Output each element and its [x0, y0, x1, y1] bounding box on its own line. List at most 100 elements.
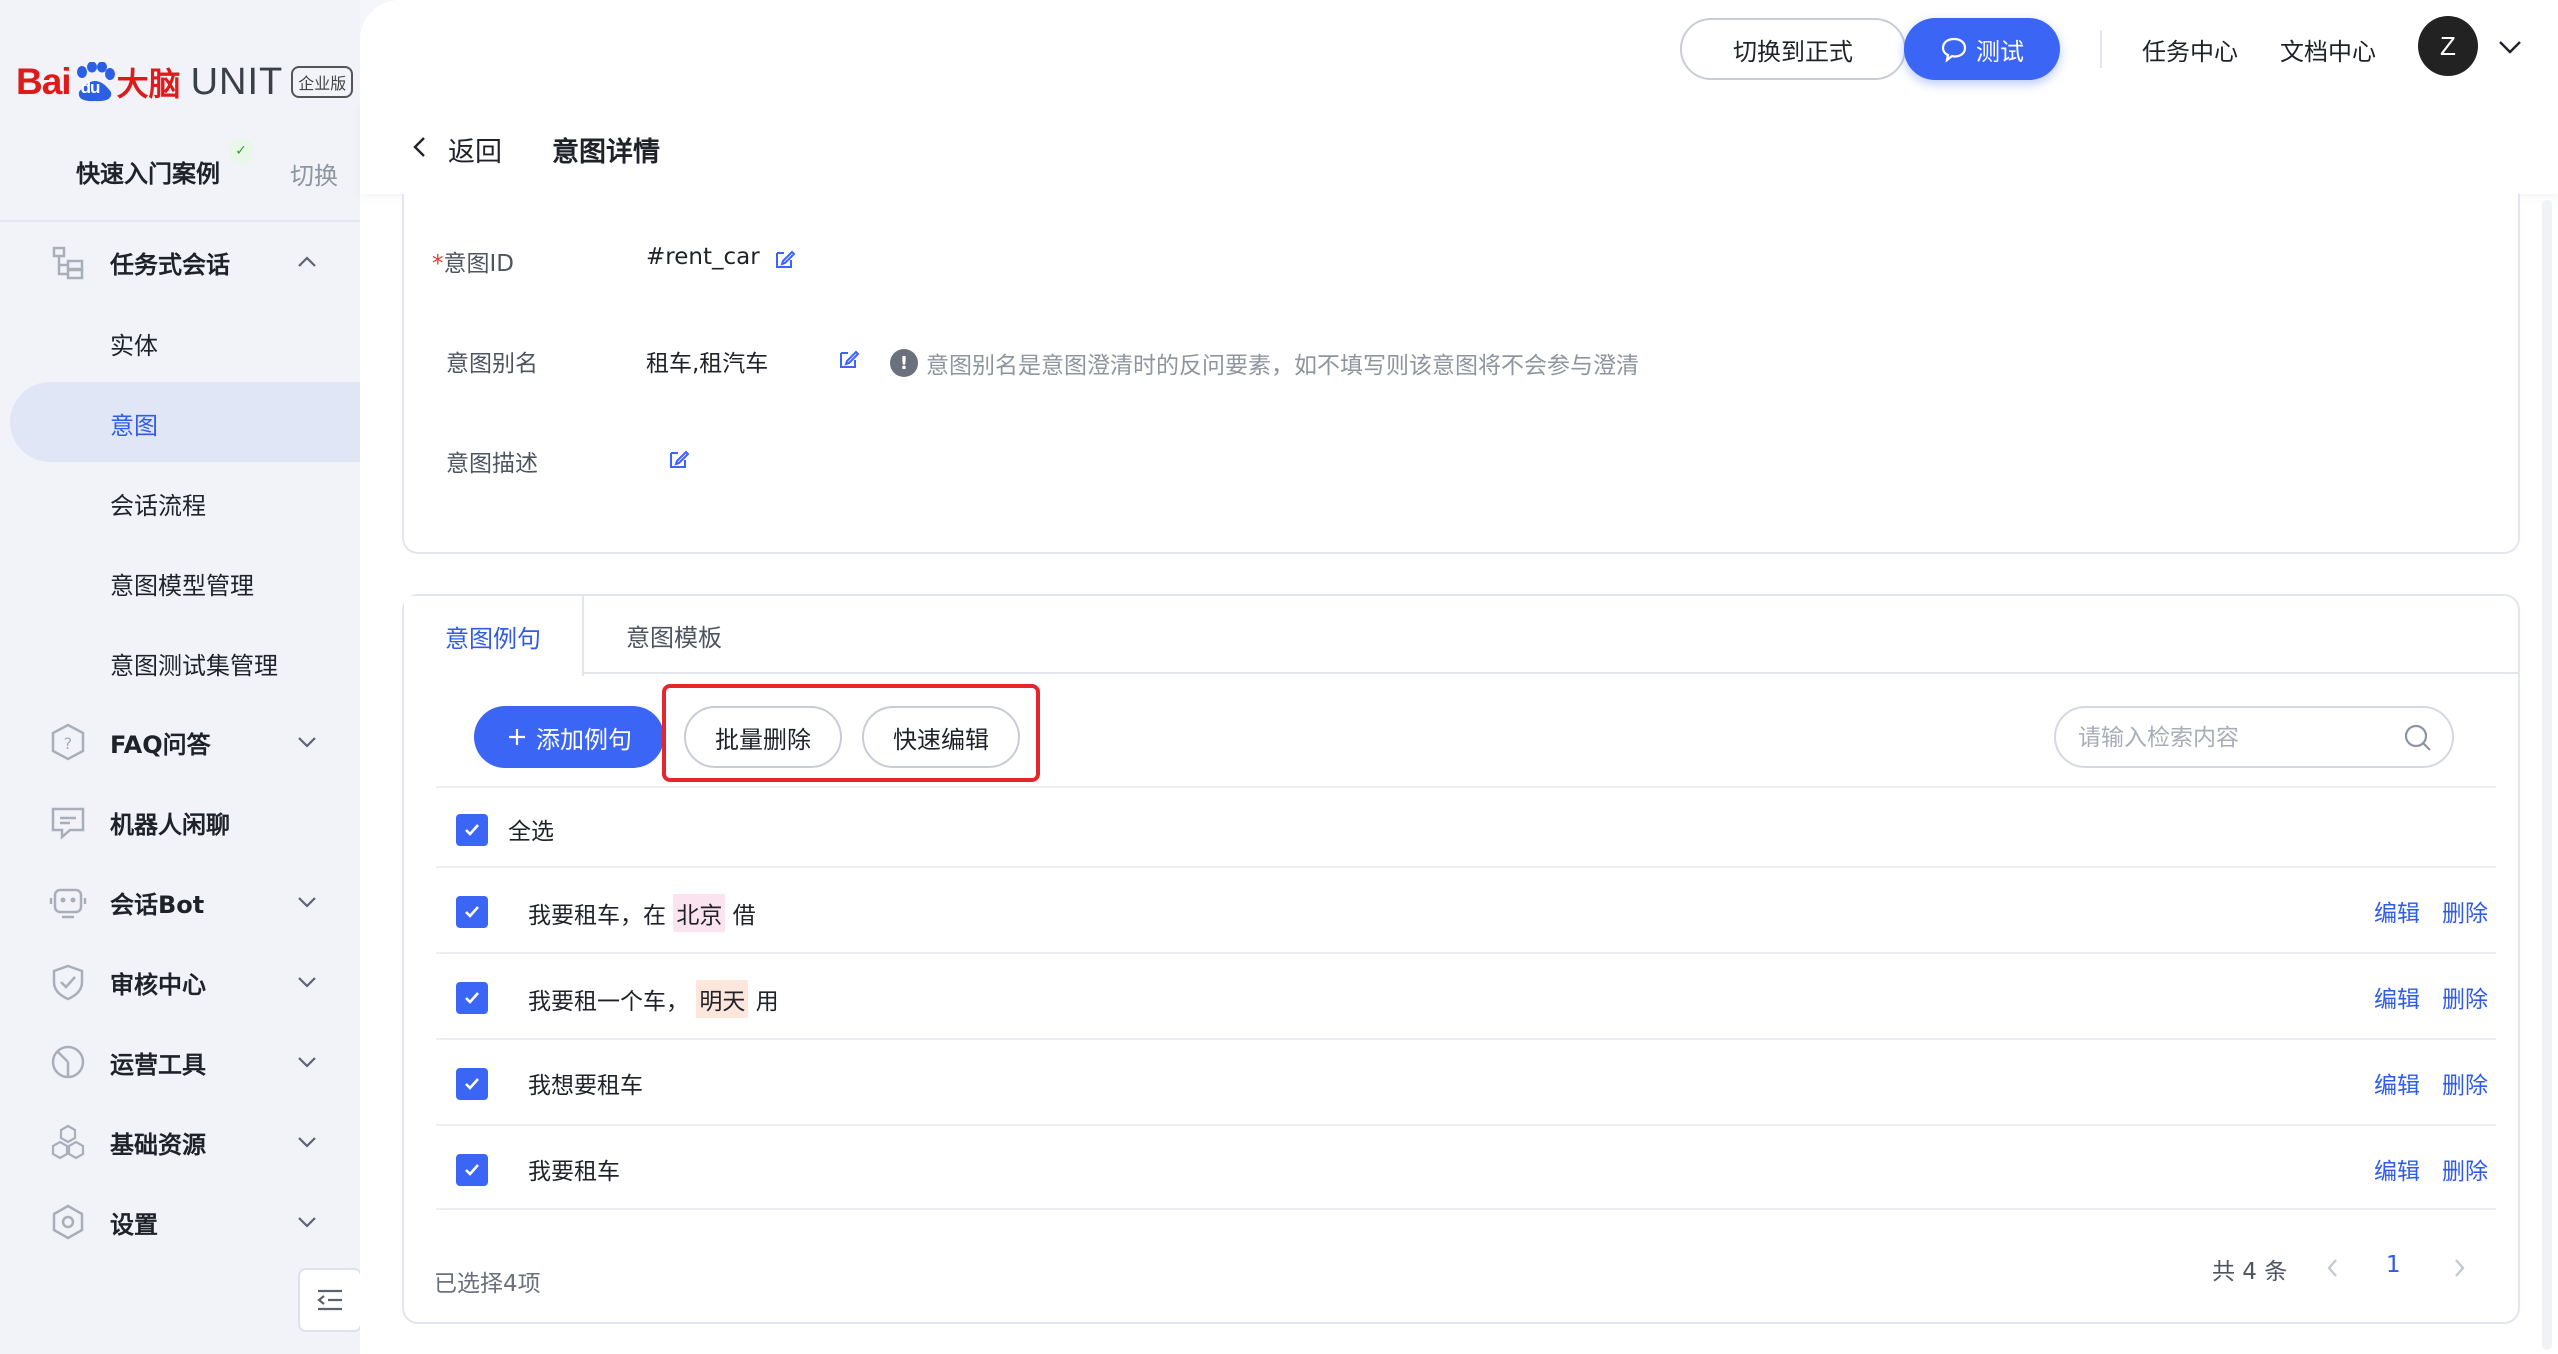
chat-icon: [51, 807, 85, 840]
table-row: 我想要租车 编辑 删除: [436, 1038, 2496, 1124]
main-area: 切换到正式 测试 任务中心 文档中心 Z 返回 意图详情 *意图ID #rent…: [360, 0, 2558, 1354]
intent-alias-value: 租车,租汽车: [646, 351, 769, 377]
row-checkbox[interactable]: [456, 982, 488, 1014]
example-text: 我要租一个车， 明天 用: [528, 980, 779, 1018]
check-icon: [465, 1164, 479, 1176]
intent-desc-label: 意图描述: [446, 451, 538, 477]
logo-bai-text: Bai: [16, 61, 72, 102]
chevron-left-icon[interactable]: [2324, 1256, 2342, 1280]
sidebar-item-bot[interactable]: 会话Bot: [0, 862, 360, 942]
chevron-down-icon: [298, 1217, 316, 1228]
sidebar-item-chitchat[interactable]: 机器人闲聊: [0, 782, 360, 862]
chevron-up-icon: [298, 256, 316, 267]
search-input[interactable]: [2078, 720, 2378, 756]
tab-templates[interactable]: 意图模板: [584, 596, 764, 674]
sidebar-item-settings[interactable]: 设置: [0, 1182, 360, 1262]
sidebar-subitem-intent-model[interactable]: 意图模型管理: [0, 542, 360, 622]
brand-logo[interactable]: Bai du 大脑 UNIT 企业版: [16, 52, 354, 112]
select-all-checkbox[interactable]: [456, 814, 488, 846]
edition-badge: 企业版: [291, 66, 354, 98]
edit-icon[interactable]: [774, 248, 796, 270]
chevron-right-icon[interactable]: [2450, 1256, 2468, 1280]
topbar-separator: [2100, 30, 2102, 68]
edit-button[interactable]: 编辑: [2374, 1066, 2420, 1100]
chevron-down-icon: [298, 1137, 316, 1148]
doc-center-link[interactable]: 文档中心: [2280, 32, 2376, 67]
row-checkbox[interactable]: [456, 1154, 488, 1186]
edit-icon[interactable]: [668, 448, 690, 470]
example-text-part: 我要租一个车，: [528, 989, 697, 1015]
chevron-down-icon: [298, 1057, 316, 1068]
logo-du-text: du: [80, 78, 101, 97]
back-button[interactable]: 返回: [448, 130, 502, 169]
tab-bar: 意图例句 意图模板: [404, 596, 2518, 676]
sidebar-item-label: 审核中心: [110, 970, 206, 999]
sidebar-subitem-label: 意图测试集管理: [110, 652, 278, 680]
batch-delete-button[interactable]: 批量删除: [684, 706, 842, 768]
edit-icon[interactable]: [838, 348, 860, 370]
logo-unit: UNIT: [190, 60, 284, 103]
add-example-button[interactable]: 添加例句: [474, 706, 664, 768]
sidebar-subitem-intent[interactable]: 意图: [10, 382, 360, 462]
select-all-row: 全选: [436, 786, 2496, 866]
sidebar-item-task-dialog[interactable]: 任务式会话: [0, 222, 360, 302]
example-text: 我想要租车: [528, 1073, 643, 1099]
ops-icon: [51, 1045, 85, 1079]
test-button[interactable]: 测试: [1904, 18, 2060, 80]
edit-button[interactable]: 编辑: [2374, 894, 2420, 928]
plus-icon: [509, 729, 525, 745]
delete-button[interactable]: 删除: [2442, 894, 2488, 928]
intent-examples-card: 意图例句 意图模板 添加例句 批量删除 快速编辑 全选: [402, 594, 2520, 1324]
info-icon: !: [890, 349, 918, 377]
add-example-label: 添加例句: [536, 725, 632, 754]
table-row: 我要租车 编辑 删除: [436, 1124, 2496, 1210]
sidebar-subitem-entity[interactable]: 实体: [0, 302, 360, 382]
slot-tag-time[interactable]: 明天: [696, 980, 749, 1018]
sidebar-item-ops[interactable]: 运营工具: [0, 1022, 360, 1102]
row-checkbox[interactable]: [456, 896, 488, 928]
sidebar-item-faq[interactable]: ? FAQ问答: [0, 702, 360, 782]
page-title: 意图详情: [552, 137, 660, 168]
row-checkbox[interactable]: [456, 1068, 488, 1100]
intent-info-card: *意图ID #rent_car 意图别名 租车,租汽车 ! 意图别名是意图澄清时…: [402, 194, 2520, 554]
intent-id-label: *意图ID: [432, 244, 514, 278]
sidebar-item-label: 运营工具: [110, 1050, 206, 1079]
sidebar: Bai du 大脑 UNIT 企业版 快速入门案例 ✓ 切换 任务式会话 实体 …: [0, 0, 362, 1354]
tab-examples[interactable]: 意图例句: [404, 596, 584, 676]
case-name: 快速入门案例: [76, 160, 220, 188]
search-icon[interactable]: [2402, 722, 2434, 754]
sidebar-subitem-dialog-flow[interactable]: 会话流程: [0, 462, 360, 542]
case-status-icon: ✓: [228, 138, 254, 164]
pagination-total: 共 4 条: [2212, 1259, 2288, 1285]
delete-button[interactable]: 删除: [2442, 1152, 2488, 1186]
page-header: 返回 意图详情: [360, 100, 2558, 194]
case-switch-button[interactable]: 切换: [290, 156, 338, 191]
scrollbar[interactable]: [2542, 200, 2552, 1350]
sidebar-item-review[interactable]: 审核中心: [0, 942, 360, 1022]
sidebar-collapse-button[interactable]: [298, 1268, 362, 1332]
logo-dana: 大脑: [116, 65, 181, 103]
delete-button[interactable]: 删除: [2442, 1066, 2488, 1100]
sidebar-subitem-intent-testset[interactable]: 意图测试集管理: [0, 622, 360, 702]
intent-id-value: #rent_car: [646, 244, 760, 270]
check-icon: [465, 992, 479, 1004]
sidebar-subitem-label: 意图模型管理: [110, 572, 254, 600]
sidebar-item-resource[interactable]: 基础资源: [0, 1102, 360, 1182]
example-text: 我要租车，在 北京 借: [528, 894, 756, 932]
switch-formal-button[interactable]: 切换到正式: [1680, 18, 1906, 80]
intent-id-label-text: 意图ID: [443, 251, 515, 277]
task-center-link[interactable]: 任务中心: [2142, 32, 2238, 67]
slot-tag-city[interactable]: 北京: [673, 894, 726, 932]
delete-button[interactable]: 删除: [2442, 980, 2488, 1014]
chevron-left-icon[interactable]: [410, 134, 430, 160]
pagination-page[interactable]: 1: [2386, 1252, 2401, 1278]
search-box: [2054, 706, 2454, 768]
avatar[interactable]: Z: [2418, 16, 2478, 76]
edit-button[interactable]: 编辑: [2374, 980, 2420, 1014]
resource-icon: [51, 1124, 85, 1160]
quick-edit-button[interactable]: 快速编辑: [862, 706, 1020, 768]
example-text: 我要租车: [528, 1159, 620, 1185]
example-text-part: 借: [725, 903, 756, 929]
edit-button[interactable]: 编辑: [2374, 1152, 2420, 1186]
chevron-down-icon[interactable]: [2496, 36, 2524, 58]
